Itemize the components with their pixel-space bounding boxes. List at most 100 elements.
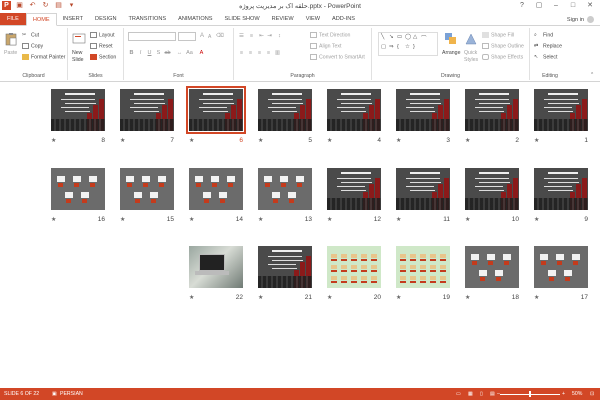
arrange-label[interactable]: Arrange: [442, 50, 460, 56]
shape-outline-button[interactable]: Shape Outline: [482, 43, 524, 49]
transition-star-icon[interactable]: ★: [120, 137, 125, 144]
underline-icon[interactable]: U: [146, 50, 153, 57]
slide-thumbnail[interactable]: [189, 246, 243, 288]
slide-thumbnail[interactable]: [396, 89, 450, 131]
shapes-gallery[interactable]: ╲ ↘ ▭ ◯ △ ⌒ ▢ ⇒ { ☆ }: [378, 32, 438, 56]
zoom-slider-thumb[interactable]: [529, 391, 531, 397]
transition-star-icon[interactable]: ★: [534, 137, 539, 144]
tab-add-ins[interactable]: ADD-INS: [326, 13, 361, 25]
slide-sorter-view-icon[interactable]: ▦: [468, 391, 473, 397]
rectangle-shape-icon[interactable]: ▭: [397, 34, 402, 40]
align-right-icon[interactable]: ≡: [256, 50, 263, 57]
transition-star-icon[interactable]: ★: [465, 137, 470, 144]
language-icon[interactable]: ▣: [52, 391, 57, 397]
oval-shape-icon[interactable]: ◯: [405, 34, 411, 40]
tab-view[interactable]: VIEW: [300, 13, 326, 25]
normal-view-icon[interactable]: ▭: [456, 391, 461, 397]
bullets-icon[interactable]: ☰: [238, 33, 245, 40]
curve-shape-icon[interactable]: ⌒: [421, 34, 427, 42]
decrease-indent-icon[interactable]: ⇤: [258, 33, 265, 40]
transition-star-icon[interactable]: ★: [258, 137, 263, 144]
slide-thumbnail[interactable]: [186, 86, 246, 134]
slideshow-view-icon[interactable]: ▤: [490, 391, 495, 397]
select-button[interactable]: ↖ Select: [534, 54, 557, 60]
tab-insert[interactable]: INSERT: [57, 13, 89, 25]
slide-thumbnail[interactable]: [396, 246, 450, 288]
fit-to-window-icon[interactable]: ⊡: [590, 391, 594, 397]
align-text-button[interactable]: Align Text: [310, 43, 341, 49]
shape-effects-button[interactable]: Shape Effects: [482, 54, 523, 60]
slide-thumbnail[interactable]: [51, 89, 105, 131]
new-slide-icon[interactable]: [72, 32, 86, 46]
brace-shape-icon[interactable]: {: [397, 44, 399, 50]
text-direction-button[interactable]: Text Direction: [310, 32, 350, 38]
slide-counter[interactable]: SLIDE 6 OF 22: [4, 391, 39, 397]
slide-thumbnail[interactable]: [534, 89, 588, 131]
tab-animations[interactable]: ANIMATIONS: [172, 13, 218, 25]
font-color-icon[interactable]: A: [198, 50, 205, 57]
transition-star-icon[interactable]: ★: [51, 216, 56, 223]
layout-button[interactable]: Layout: [90, 32, 115, 38]
increase-font-size-button[interactable]: A: [200, 33, 204, 39]
star-shape-icon[interactable]: ☆: [405, 44, 410, 50]
new-slide-label[interactable]: New: [72, 50, 82, 56]
copy-button[interactable]: Copy: [22, 43, 43, 49]
transition-star-icon[interactable]: ★: [327, 294, 332, 301]
transition-star-icon[interactable]: ★: [396, 294, 401, 301]
help-icon[interactable]: ?: [514, 0, 530, 11]
triangle-shape-icon[interactable]: △: [413, 34, 417, 40]
slide-thumbnail[interactable]: [51, 168, 105, 210]
italic-icon[interactable]: I: [137, 50, 144, 57]
zoom-in-button[interactable]: +: [562, 391, 565, 397]
collapse-ribbon-icon[interactable]: ⌃: [590, 72, 594, 78]
tab-transitions[interactable]: TRANSITIONS: [122, 13, 172, 25]
slide-thumbnail[interactable]: [120, 89, 174, 131]
font-name-combo[interactable]: [128, 32, 176, 41]
right-arrow-shape-icon[interactable]: ⇒: [389, 44, 394, 50]
new-slide-label-2[interactable]: Slide: [72, 57, 84, 63]
replace-button[interactable]: ⇄ Replace: [534, 43, 562, 49]
clear-formatting-icon[interactable]: ⌫: [216, 33, 224, 40]
transition-star-icon[interactable]: ★: [189, 294, 194, 301]
character-spacing-icon[interactable]: ↔: [176, 50, 183, 57]
tab-slide-show[interactable]: SLIDE SHOW: [219, 13, 266, 25]
language-indicator[interactable]: PERSIAN: [60, 391, 83, 397]
tab-home[interactable]: HOME: [25, 13, 57, 26]
quick-styles-icon[interactable]: [464, 32, 478, 46]
line-shape-icon[interactable]: ╲: [381, 34, 384, 40]
slide-thumbnail[interactable]: [465, 246, 519, 288]
transition-star-icon[interactable]: ★: [51, 137, 56, 144]
numbering-icon[interactable]: ≡: [248, 33, 255, 40]
transition-star-icon[interactable]: ★: [465, 216, 470, 223]
bold-icon[interactable]: B: [128, 50, 135, 57]
shadow-icon[interactable]: S: [155, 50, 162, 57]
minimize-button[interactable]: –: [548, 0, 564, 11]
account-avatar-icon[interactable]: [587, 16, 594, 23]
columns-icon[interactable]: ▥: [274, 50, 281, 57]
transition-star-icon[interactable]: ★: [258, 216, 263, 223]
paste-button[interactable]: Paste: [4, 50, 17, 56]
line-spacing-icon[interactable]: ↕: [276, 33, 283, 40]
slide-thumbnail[interactable]: [396, 168, 450, 210]
transition-star-icon[interactable]: ★: [534, 294, 539, 301]
slide-thumbnail[interactable]: [327, 168, 381, 210]
bracket-shape-icon[interactable]: }: [413, 44, 415, 50]
sign-in[interactable]: Sign in: [567, 16, 594, 23]
quick-styles-label-2[interactable]: Styles: [464, 57, 478, 63]
arrow-shape-icon[interactable]: ↘: [389, 34, 394, 40]
transition-star-icon[interactable]: ★: [396, 216, 401, 223]
slide-thumbnail[interactable]: [534, 168, 588, 210]
slide-thumbnail[interactable]: [534, 246, 588, 288]
paste-icon[interactable]: [4, 32, 18, 46]
sign-in-label[interactable]: Sign in: [567, 17, 584, 23]
convert-smartart-button[interactable]: Convert to SmartArt: [310, 54, 365, 60]
section-button[interactable]: Section: [90, 54, 116, 60]
increase-indent-icon[interactable]: ⇥: [266, 33, 273, 40]
maximize-button[interactable]: □: [565, 0, 581, 11]
shape-fill-button[interactable]: Shape Fill: [482, 32, 514, 38]
format-painter-button[interactable]: Format Painter: [22, 54, 65, 60]
tab-file[interactable]: FILE: [0, 13, 26, 25]
transition-star-icon[interactable]: ★: [327, 216, 332, 223]
reading-view-icon[interactable]: ▯: [480, 391, 483, 397]
transition-star-icon[interactable]: ★: [189, 216, 194, 223]
